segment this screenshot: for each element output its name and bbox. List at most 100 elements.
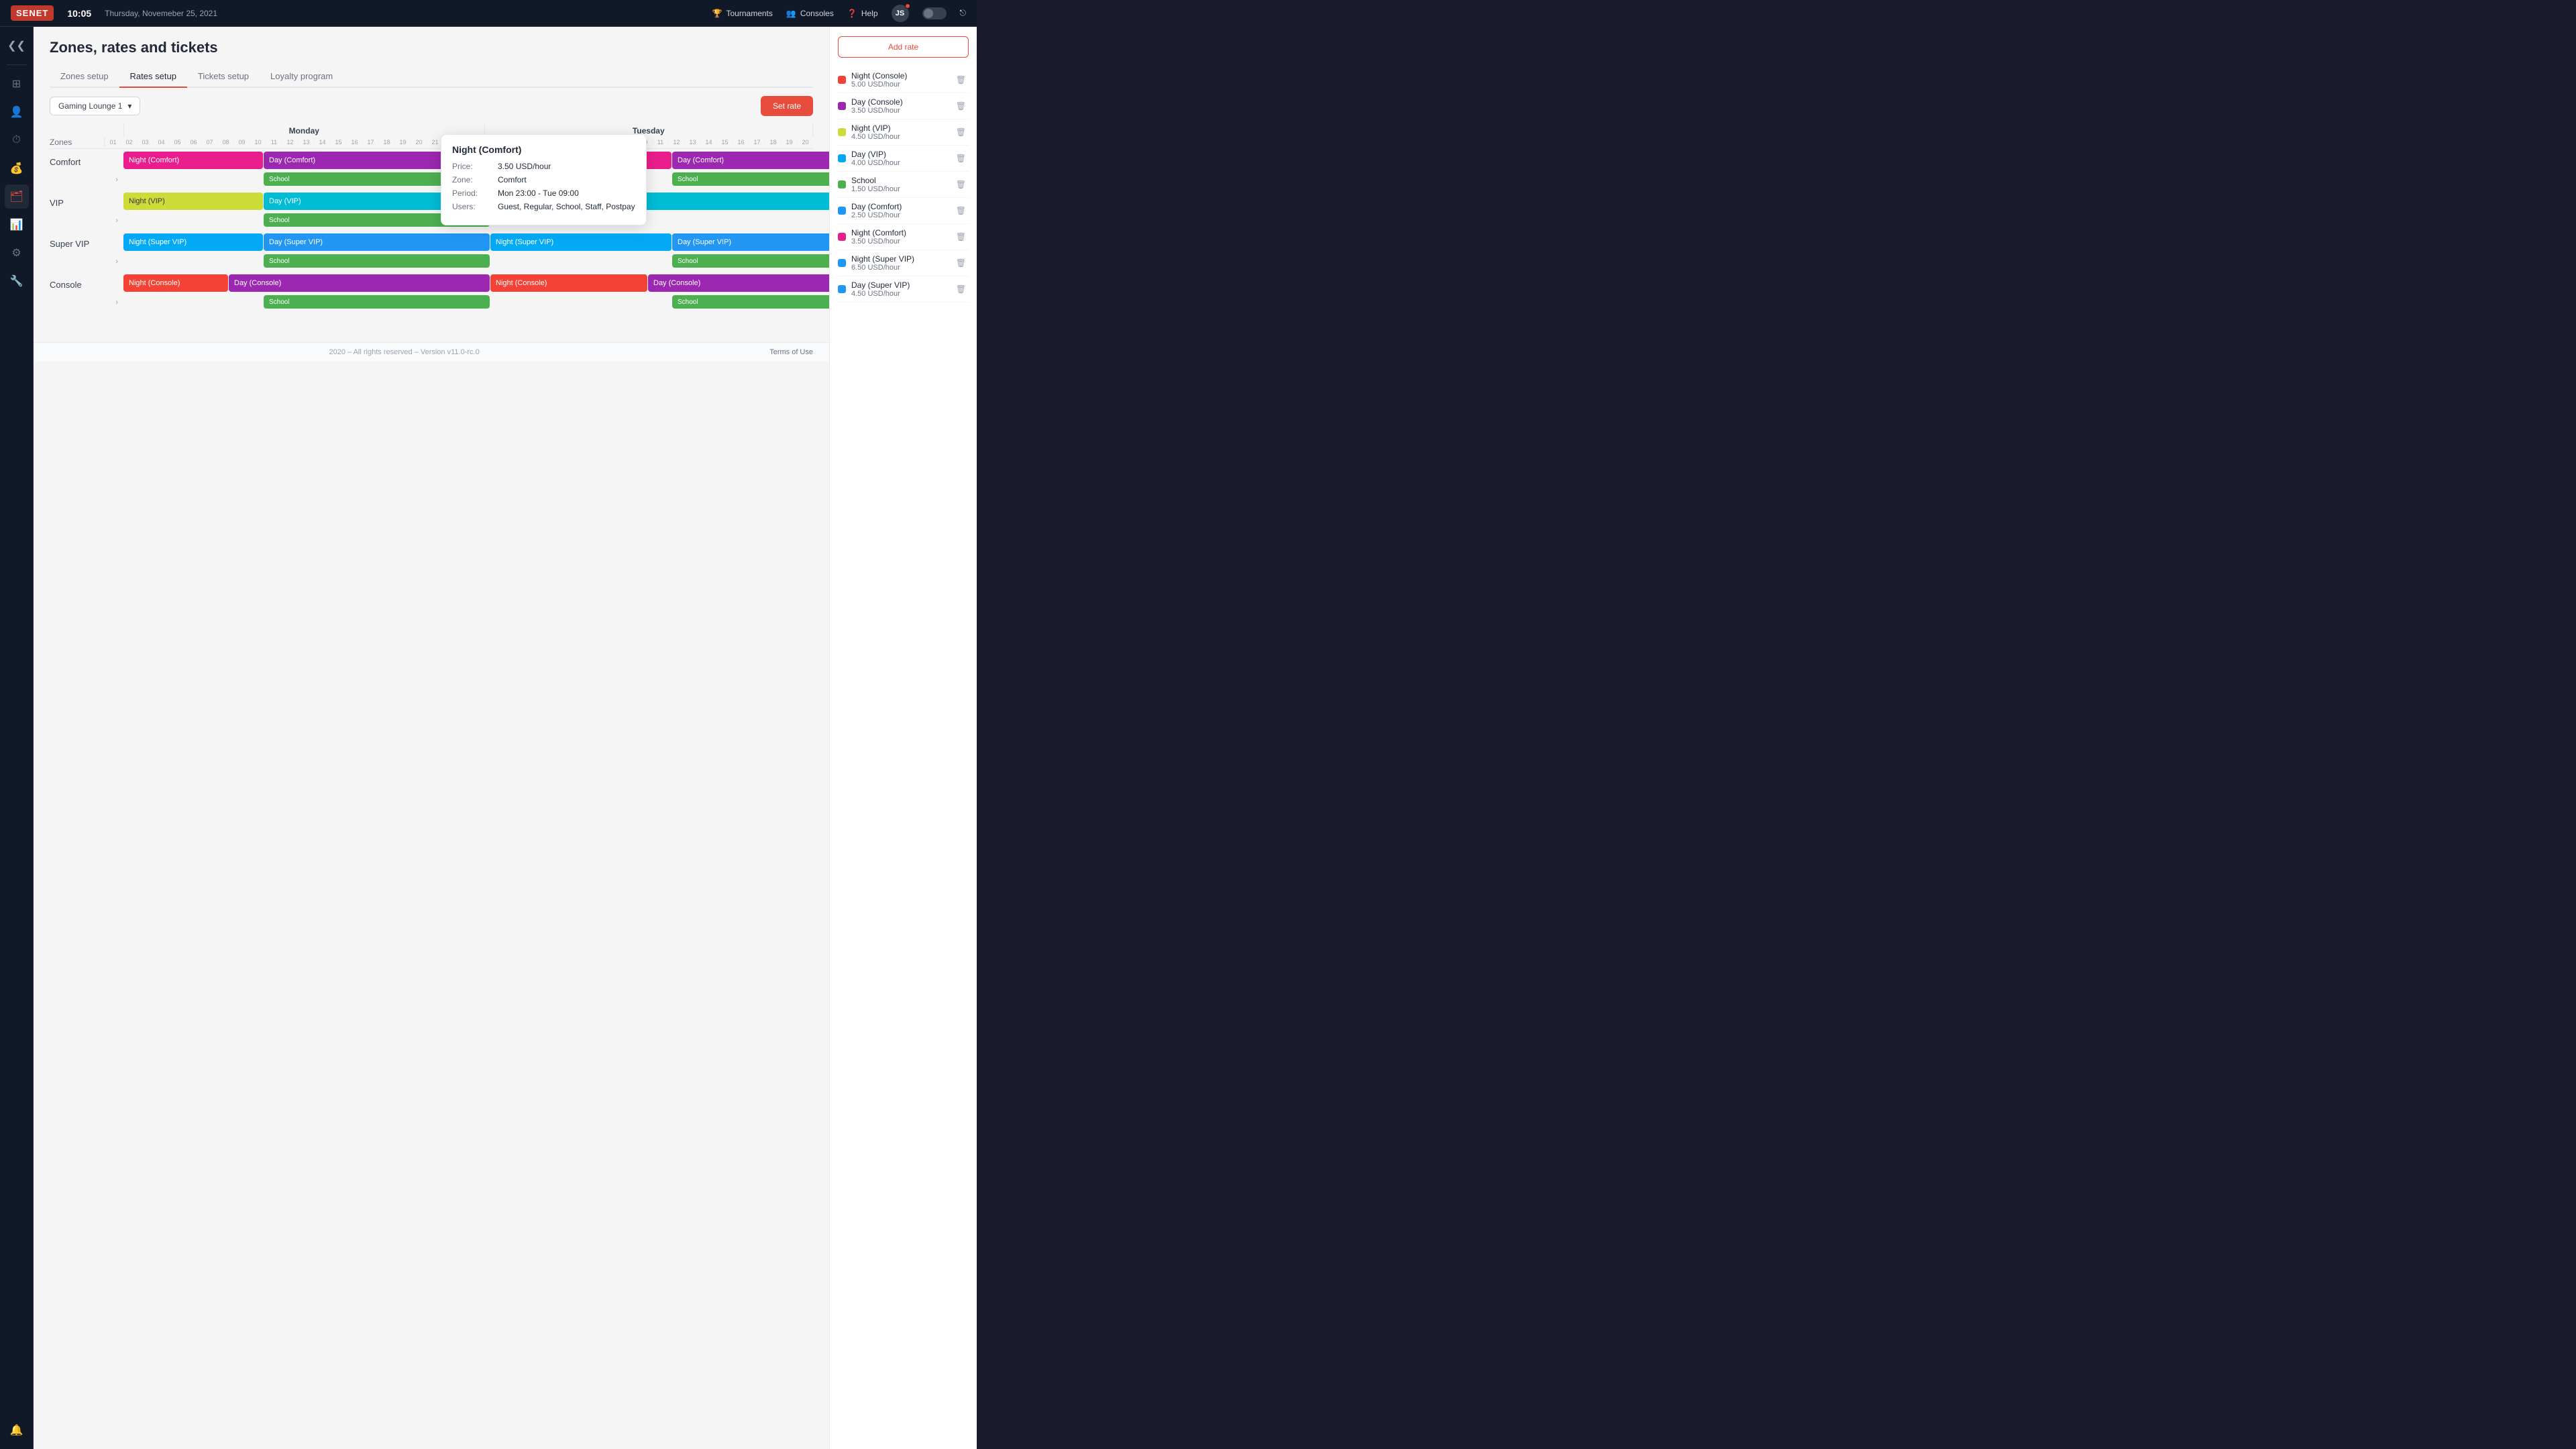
user-avatar[interactable]: JS — [892, 5, 909, 22]
rate-info: School 1.50 USD/hour — [851, 176, 900, 193]
rate-list-item: Day (Comfort) 2.50 USD/hour 🗑 — [838, 198, 969, 224]
sidebar-dashboard-icon[interactable]: ⊞ — [5, 72, 29, 96]
rate-price: 3.50 USD/hour — [851, 237, 906, 246]
tabs: Zones setup Rates setup Tickets setup Lo… — [50, 66, 813, 88]
console-night-mon2[interactable]: Night (Console) — [490, 274, 647, 292]
supervip-school-tue[interactable]: School — [672, 254, 829, 268]
notification-badge — [905, 3, 910, 9]
rate-name: Day (Super VIP) — [851, 280, 910, 290]
zones-header-label: Zones — [50, 138, 104, 147]
theme-toggle[interactable] — [922, 7, 947, 19]
delete-rate-button[interactable]: 🗑 — [953, 126, 969, 138]
rate-list-item: School 1.50 USD/hour 🗑 — [838, 172, 969, 198]
tab-tickets-setup[interactable]: Tickets setup — [187, 66, 260, 88]
tab-zones-setup[interactable]: Zones setup — [50, 66, 119, 88]
location-dropdown[interactable]: Gaming Lounge 1 ▾ — [50, 97, 140, 115]
hour-cell: 01 — [105, 138, 121, 147]
vip-night-mon[interactable]: Night (VIP) — [123, 193, 263, 210]
supervip-zone-label: Super VIP — [50, 233, 123, 254]
help-link[interactable]: ❓ Help — [847, 9, 878, 18]
delete-rate-button[interactable]: 🗑 — [953, 257, 969, 269]
supervip-night-mon2[interactable]: Night (Super VIP) — [490, 233, 672, 251]
tournament-icon: 🏆 — [712, 9, 722, 18]
tooltip-zone-row: Zone: Comfort — [452, 175, 635, 184]
console-school-tue[interactable]: School — [672, 295, 829, 309]
sidebar-zones-icon[interactable]: 🗂 — [5, 184, 29, 209]
supervip-night-mon[interactable]: Night (Super VIP) — [123, 233, 263, 251]
hour-cell: 14 — [700, 138, 716, 147]
tournaments-link[interactable]: 🏆 Tournaments — [712, 9, 773, 18]
tab-loyalty-program[interactable]: Loyalty program — [260, 66, 343, 88]
supervip-school-mon[interactable]: School — [264, 254, 490, 268]
rate-color-dot — [838, 76, 846, 84]
supervip-timeline: Night (Super VIP) Day (Super VIP) Night … — [123, 233, 813, 252]
monday-hours: 0102030405060708091011121314151617181920… — [104, 138, 491, 147]
app-logo: SENET — [11, 5, 54, 21]
rate-list-item: Day (Console) 3.50 USD/hour 🗑 — [838, 93, 969, 119]
chevron-down-icon: ▾ — [127, 101, 131, 111]
delete-rate-button[interactable]: 🗑 — [953, 152, 969, 164]
terms-link[interactable]: Terms of Use — [769, 348, 813, 356]
console-night-mon[interactable]: Night (Console) — [123, 274, 228, 292]
delete-rate-button[interactable]: 🗑 — [953, 283, 969, 295]
supervip-day-mon[interactable]: Day (Super VIP) — [264, 233, 490, 251]
logout-btn[interactable]: ⎋ — [960, 8, 967, 18]
comfort-expand-icon[interactable]: › — [115, 176, 118, 184]
console-day-tue[interactable]: Day (Console) — [648, 274, 829, 292]
comfort-night-mon[interactable]: Night (Comfort) — [123, 152, 263, 169]
supervip-day-tue[interactable]: Day (Super VIP) — [672, 233, 829, 251]
tab-rates-setup[interactable]: Rates setup — [119, 66, 187, 88]
tooltip-users-row: Users: Guest, Regular, School, Staff, Po… — [452, 202, 635, 211]
rate-price: 1.50 USD/hour — [851, 185, 900, 193]
tooltip-period-value: Mon 23:00 - Tue 09:00 — [498, 189, 579, 198]
sidebar-settings-icon[interactable]: ⚙ — [5, 241, 29, 265]
console-sub-row: › School School — [50, 295, 813, 310]
hour-cell: 10 — [250, 138, 266, 147]
sidebar-collapse-btn[interactable]: ❮❮ — [5, 34, 29, 58]
sidebar-users-icon[interactable]: 👤 — [5, 100, 29, 124]
supervip-expand-icon[interactable]: › — [115, 258, 118, 266]
tooltip-title: Night (Comfort) — [452, 144, 635, 155]
sidebar-sessions-icon[interactable]: ⏱ — [5, 128, 29, 152]
rate-info: Day (VIP) 4.00 USD/hour — [851, 150, 900, 167]
set-rate-button[interactable]: Set rate — [761, 96, 813, 116]
sidebar-finance-icon[interactable]: 💰 — [5, 156, 29, 180]
main-layout: ❮❮ ⊞ 👤 ⏱ 💰 🗂 📊 ⚙ 🔧 🔔 Zones, rates and ti… — [0, 27, 977, 1449]
comfort-day-tue[interactable]: Day (Comfort) — [672, 152, 829, 169]
delete-rate-button[interactable]: 🗑 — [953, 178, 969, 191]
consoles-icon: 👥 — [786, 9, 796, 18]
delete-rate-button[interactable]: 🗑 — [953, 231, 969, 243]
zone-row-comfort: Comfort Night (Comfort) Day (Comfort) Ni… — [50, 152, 813, 172]
vip-expand-icon[interactable]: › — [115, 217, 118, 225]
rate-price: 4.00 USD/hour — [851, 159, 900, 167]
consoles-label: Consoles — [800, 9, 834, 18]
page-header: Zones, rates and tickets — [34, 27, 829, 56]
hour-cell: 02 — [121, 138, 137, 147]
hour-cell: 20 — [797, 138, 813, 147]
tooltip-price-row: Price: 3.50 USD/hour — [452, 162, 635, 171]
tooltip-period-row: Period: Mon 23:00 - Tue 09:00 — [452, 189, 635, 198]
rate-price: 4.50 USD/hour — [851, 290, 910, 298]
comfort-school-tue[interactable]: School — [672, 172, 829, 186]
footer: 2020 – All rights reserved – Version v11… — [34, 342, 829, 362]
add-rate-button[interactable]: Add rate — [838, 36, 969, 58]
delete-rate-button[interactable]: 🗑 — [953, 205, 969, 217]
sidebar: ❮❮ ⊞ 👤 ⏱ 💰 🗂 📊 ⚙ 🔧 🔔 — [0, 27, 34, 1449]
console-expand-icon[interactable]: › — [115, 299, 118, 307]
consoles-link[interactable]: 👥 Consoles — [786, 9, 834, 18]
delete-rate-button[interactable]: 🗑 — [953, 74, 969, 86]
console-school-mon[interactable]: School — [264, 295, 490, 309]
console-day-mon[interactable]: Day (Console) — [229, 274, 490, 292]
tooltip-price-label: Price: — [452, 162, 492, 171]
sidebar-notifications-icon[interactable]: 🔔 — [5, 1418, 29, 1442]
sidebar-reports-icon[interactable]: 📊 — [5, 213, 29, 237]
comfort-zone-label: Comfort — [50, 152, 123, 172]
hour-cell: 16 — [733, 138, 749, 147]
rate-info: Day (Console) 3.50 USD/hour — [851, 97, 903, 115]
sidebar-integrations-icon[interactable]: 🔧 — [5, 269, 29, 293]
right-panel: Add rate Night (Console) 5.00 USD/hour 🗑… — [829, 27, 977, 1449]
rate-name: Night (Super VIP) — [851, 254, 914, 264]
rate-price: 4.50 USD/hour — [851, 133, 900, 141]
delete-rate-button[interactable]: 🗑 — [953, 100, 969, 112]
tooltip-period-label: Period: — [452, 189, 492, 198]
